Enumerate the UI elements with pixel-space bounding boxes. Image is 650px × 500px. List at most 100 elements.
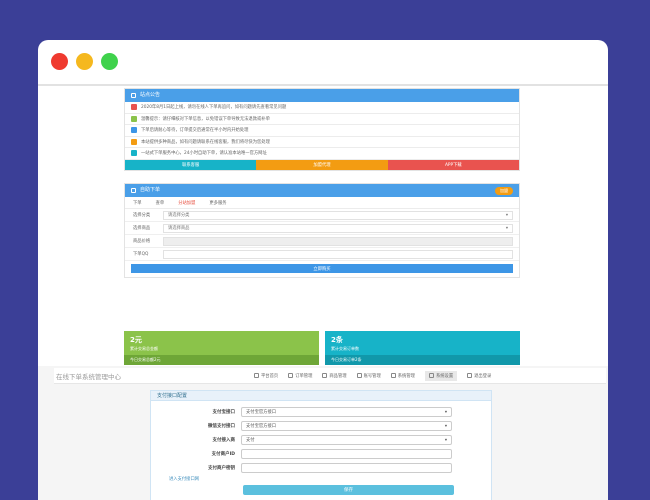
order-field-input[interactable]: [163, 249, 513, 259]
nav-icon: [390, 373, 396, 378]
admin-nav-item[interactable]: 平台首页: [254, 373, 278, 379]
order-panel-title: 自助下单: [140, 187, 161, 193]
admin-nav-item[interactable]: 账号管理: [356, 373, 381, 379]
buy-now-button[interactable]: 立即购买: [131, 264, 513, 273]
notice-text: 本站提供多种商品，如有问题请联系在线客服，我们将尽快为您处理: [141, 139, 270, 145]
stat-card: 2条 累计交易订单数 今日交易订单2条: [325, 331, 520, 365]
notice-action-label: 加盟代理: [313, 162, 331, 168]
close-window-button[interactable]: [51, 53, 68, 70]
config-input[interactable]: [241, 463, 452, 473]
config-value: 支付宝官方接口: [246, 410, 277, 415]
notice-list: 2020年8月1日起上线，请勿在线人下单再追问，如有问题请先查看常见问题 温馨提示…: [125, 102, 519, 160]
notice-panel: 站点公告 2020年8月1日起上线，请勿在线人下单再追问，如有问题请先查看常见问…: [124, 88, 520, 171]
nav-icon: [322, 373, 328, 378]
config-select[interactable]: 支付宝官方接口 ▾: [241, 407, 452, 417]
minimize-window-button[interactable]: [76, 53, 93, 70]
admin-brand: 在线下单系统管理中心: [56, 372, 121, 381]
chevron-down-icon: ▾: [444, 437, 447, 443]
config-select[interactable]: 支付 ▾: [241, 435, 452, 445]
join-pill-button[interactable]: 加盟: [495, 186, 513, 195]
admin-nav-item[interactable]: 商品管理: [322, 373, 347, 379]
order-panel-header: 自助下单 加盟: [125, 184, 519, 197]
notice-badge-icon: [131, 150, 137, 157]
config-row: 支付宝接口 支付宝官方接口 ▾: [151, 405, 491, 419]
notice-item: 下单后请耐心等待，订单提交后通常在半小时内开始处理: [125, 125, 519, 137]
notice-action-button[interactable]: APP下载: [387, 159, 519, 170]
stat-caption: 累计交易订单数: [331, 346, 359, 351]
notice-button-bar: 联系客服 加盟代理 APP下载: [125, 159, 519, 170]
order-field-row: 选择商品 请选择商品 ▾: [125, 222, 519, 235]
stat-caption: 累计交易总金额: [130, 346, 158, 351]
order-tabs: 下单 查单 分站加盟 更多服务: [125, 197, 519, 209]
config-label: 微信支付接口: [208, 424, 235, 429]
order-field-value: 请选择分类: [168, 213, 190, 218]
admin-nav-label: 平台首页: [261, 373, 279, 379]
notice-badge-icon: [131, 138, 137, 145]
order-field-row: 商品价格: [125, 235, 519, 248]
chevron-down-icon: ▾: [505, 225, 508, 231]
notice-action-button[interactable]: 加盟代理: [256, 159, 388, 170]
admin-nav-label: 商品管理: [329, 373, 347, 379]
order-field-label: 下单QQ: [133, 252, 149, 257]
notice-text: 2020年8月1日起上线，请勿在线人下单再追问，如有问题请先查看常见问题: [141, 105, 287, 111]
nav-icon: [288, 373, 294, 378]
admin-nav-item[interactable]: 系统管理: [390, 373, 415, 379]
order-field-input[interactable]: 请选择分类 ▾: [163, 210, 513, 220]
config-label: 支付商户ID: [211, 452, 235, 457]
admin-nav-label: 系统设置: [435, 373, 454, 379]
config-input[interactable]: [241, 449, 452, 459]
order-field-input[interactable]: [163, 236, 513, 246]
order-field-value: 请选择商品: [168, 226, 190, 231]
order-tab[interactable]: 查单: [156, 200, 165, 206]
admin-navbar: 在线下单系统管理中心 平台首页 订单管理 商品管理 账号管理 系统管理 系统设置 退出登录: [54, 368, 606, 384]
notice-action-label: 联系客服: [182, 162, 200, 168]
admin-nav-item[interactable]: 系统设置: [424, 370, 458, 381]
admin-nav-label: 订单管理: [295, 373, 313, 379]
save-button[interactable]: 保存: [243, 485, 454, 495]
admin-nav-item[interactable]: 退出登录: [467, 373, 491, 379]
config-label: 支付宝接口: [212, 410, 236, 415]
order-tab[interactable]: 更多服务: [209, 200, 226, 206]
admin-nav-item[interactable]: 订单管理: [288, 373, 312, 379]
order-form: 选择分类 请选择分类 ▾ 选择商品 请选择商品 ▾ 商品价格下单QQ: [125, 209, 519, 261]
config-value: 支付: [246, 438, 255, 443]
chevron-down-icon: ▾: [505, 212, 508, 218]
order-field-label: 商品价格: [133, 239, 151, 244]
notice-item: 一站式下单服务中心，24小时自助下单，请认准本站唯一官方网址: [125, 148, 519, 160]
order-panel: 自助下单 加盟 下单 查单 分站加盟 更多服务 选择分类 请选择分类 ▾ 选择商品 请选择商品…: [124, 183, 520, 278]
config-value: 支付宝官方接口: [246, 424, 277, 429]
notice-action-button[interactable]: 联系客服: [125, 159, 257, 170]
order-field-row: 选择分类 请选择分类 ▾: [125, 209, 519, 222]
notice-text: 下单后请耐心等待，订单提交后通常在半小时内开始处理: [141, 128, 249, 134]
notice-item: 本站提供多种商品，如有问题请联系在线客服，我们将尽快为您处理: [125, 137, 519, 148]
chevron-down-icon: ▾: [444, 423, 447, 429]
stat-value: 2元: [130, 336, 142, 344]
stat-footer: 今日交易订单2条: [325, 355, 520, 365]
config-row: 支付商户密钥: [151, 461, 491, 475]
notice-badge-icon: [131, 104, 137, 111]
config-row: 微信支付接口 支付宝官方接口 ▾: [151, 419, 491, 433]
payment-config-form: 支付宝接口 支付宝官方接口 ▾ 微信支付接口 支付宝官方接口 ▾ 支付接入商 支付 ▾ 支付商户I…: [151, 405, 491, 475]
payment-gateway-link[interactable]: 进入支付接口网: [151, 475, 491, 485]
order-field-input[interactable]: 请选择商品 ▾: [163, 223, 513, 233]
order-tab[interactable]: 下单: [133, 200, 142, 206]
order-field-label: 选择分类: [133, 213, 151, 218]
order-tab[interactable]: 分站加盟: [178, 200, 195, 206]
notice-item: 温馨提示：请仔细核对下单信息，以免错误下单导致无法退款或补单: [125, 114, 519, 125]
stat-card: 2元累计交易总金额今日交易总额2元: [124, 331, 319, 365]
config-select[interactable]: 支付宝官方接口 ▾: [241, 421, 452, 431]
stat-footer: 今日交易总额2元: [124, 355, 319, 365]
notice-text: 一站式下单服务中心，24小时自助下单，请认准本站唯一官方网址: [141, 151, 267, 157]
bullhorn-icon: [131, 93, 136, 98]
window-titlebar: [38, 40, 608, 86]
maximize-window-button[interactable]: [101, 53, 118, 70]
order-field-label: 选择商品: [133, 226, 151, 231]
chevron-down-icon: ▾: [444, 409, 447, 415]
cart-icon: [131, 188, 136, 193]
browser-window: 站点公告 2020年8月1日起上线，请勿在线人下单再追问，如有问题请先查看常见问…: [38, 40, 608, 500]
notice-badge-icon: [131, 127, 137, 134]
notice-text: 温馨提示：请仔细核对下单信息，以免错误下单导致无法退款或补单: [141, 116, 270, 122]
config-row: 支付商户ID: [151, 447, 491, 461]
admin-nav-label: 退出登录: [474, 373, 492, 379]
admin-nav-label: 账号管理: [363, 373, 381, 379]
